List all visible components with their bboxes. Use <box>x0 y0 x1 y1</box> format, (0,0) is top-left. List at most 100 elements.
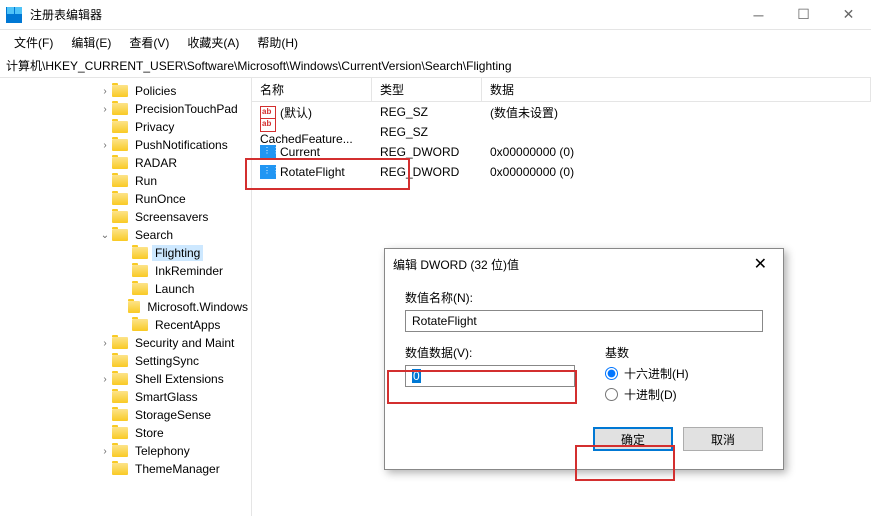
expand-icon[interactable]: › <box>98 446 112 457</box>
tree-item[interactable]: › PrecisionTouchPad <box>0 100 251 118</box>
tree-label[interactable]: PushNotifications <box>132 137 231 153</box>
tree-label[interactable]: Policies <box>132 83 179 99</box>
tree-label[interactable]: Launch <box>152 281 197 297</box>
tree-item[interactable]: › Security and Maint <box>0 334 251 352</box>
radio-dec[interactable]: 十进制(D) <box>605 386 689 403</box>
value-row[interactable]: CurrentREG_DWORD0x00000000 (0) <box>252 142 871 162</box>
radio-dec-input[interactable] <box>605 388 618 401</box>
folder-icon <box>112 463 128 475</box>
tree-label[interactable]: Flighting <box>152 245 203 261</box>
value-type: REG_DWORD <box>372 165 482 179</box>
tree-label[interactable]: RADAR <box>132 155 180 171</box>
folder-icon <box>112 157 128 169</box>
menu-favorites[interactable]: 收藏夹(A) <box>179 32 247 53</box>
tree-item[interactable]: SettingSync <box>0 352 251 370</box>
expand-icon[interactable]: › <box>98 86 112 97</box>
tree-label[interactable]: Store <box>132 425 167 441</box>
value-data-input[interactable]: 0 <box>405 365 575 387</box>
tree-label[interactable]: Telephony <box>132 443 193 459</box>
tree-item[interactable]: › Policies <box>0 82 251 100</box>
folder-icon <box>112 211 128 223</box>
value-name-label: 数值名称(N): <box>405 289 763 306</box>
value-row[interactable]: RotateFlightREG_DWORD0x00000000 (0) <box>252 162 871 182</box>
value-row[interactable]: CachedFeature...REG_SZ <box>252 122 871 142</box>
tree-item[interactable]: Flighting <box>0 244 251 262</box>
menu-edit[interactable]: 编辑(E) <box>63 32 119 53</box>
folder-icon <box>112 409 128 421</box>
tree-label[interactable]: Screensavers <box>132 209 211 225</box>
folder-icon <box>112 193 128 205</box>
folder-icon <box>132 265 148 277</box>
tree-label[interactable]: StorageSense <box>132 407 214 423</box>
tree-label[interactable]: PrecisionTouchPad <box>132 101 241 117</box>
tree-item[interactable]: › Shell Extensions <box>0 370 251 388</box>
radio-hex[interactable]: 十六进制(H) <box>605 365 689 382</box>
tree-item[interactable]: StorageSense <box>0 406 251 424</box>
tree-item[interactable]: › Telephony <box>0 442 251 460</box>
expand-icon[interactable]: › <box>98 338 112 349</box>
menu-help[interactable]: 帮助(H) <box>249 32 306 53</box>
tree-item[interactable]: SmartGlass <box>0 388 251 406</box>
tree-item[interactable]: Store <box>0 424 251 442</box>
tree-label[interactable]: Privacy <box>132 119 177 135</box>
folder-icon <box>112 373 128 385</box>
string-value-icon <box>260 118 276 132</box>
tree-label[interactable]: Security and Maint <box>132 335 237 351</box>
tree-item[interactable]: Launch <box>0 280 251 298</box>
tree-label[interactable]: RecentApps <box>152 317 223 333</box>
tree-item[interactable]: ⌄ Search <box>0 226 251 244</box>
tree-label[interactable]: Shell Extensions <box>132 371 227 387</box>
maximize-button[interactable]: ☐ <box>781 0 826 30</box>
value-type: REG_DWORD <box>372 145 482 159</box>
tree-label[interactable]: Search <box>132 227 176 243</box>
expand-icon[interactable]: › <box>98 374 112 385</box>
folder-icon <box>132 283 148 295</box>
expand-icon[interactable]: › <box>98 104 112 115</box>
tree-item[interactable]: ThemeManager <box>0 460 251 478</box>
tree-item[interactable]: InkReminder <box>0 262 251 280</box>
folder-icon <box>112 121 128 133</box>
tree-item[interactable]: Microsoft.Windows <box>0 298 251 316</box>
tree-label[interactable]: InkReminder <box>152 263 226 279</box>
tree-label[interactable]: RunOnce <box>132 191 189 207</box>
value-type: REG_SZ <box>372 105 482 119</box>
column-name[interactable]: 名称 <box>252 78 372 101</box>
dialog-close-button[interactable]: ✕ <box>746 254 775 274</box>
folder-icon <box>128 301 140 313</box>
radio-hex-input[interactable] <box>605 367 618 380</box>
menu-file[interactable]: 文件(F) <box>6 32 61 53</box>
tree-item[interactable]: RecentApps <box>0 316 251 334</box>
address-bar[interactable]: 计算机\HKEY_CURRENT_USER\Software\Microsoft… <box>0 54 871 78</box>
tree-item[interactable]: Run <box>0 172 251 190</box>
cancel-button[interactable]: 取消 <box>683 427 763 451</box>
tree-item[interactable]: › PushNotifications <box>0 136 251 154</box>
tree-item[interactable]: Screensavers <box>0 208 251 226</box>
tree-label[interactable]: ThemeManager <box>132 461 223 477</box>
dword-value-icon <box>260 165 276 179</box>
folder-icon <box>112 427 128 439</box>
close-button[interactable]: ✕ <box>826 0 871 30</box>
edit-dword-dialog: 编辑 DWORD (32 位)值 ✕ 数值名称(N): 数值数据(V): 0 基… <box>384 248 784 470</box>
tree-item[interactable]: RADAR <box>0 154 251 172</box>
expand-icon[interactable]: › <box>98 140 112 151</box>
tree-label[interactable]: SettingSync <box>132 353 202 369</box>
column-type[interactable]: 类型 <box>372 78 482 101</box>
menu-bar: 文件(F) 编辑(E) 查看(V) 收藏夹(A) 帮助(H) <box>0 30 871 54</box>
minimize-button[interactable]: ─ <box>736 0 781 30</box>
tree-label[interactable]: SmartGlass <box>132 389 201 405</box>
menu-view[interactable]: 查看(V) <box>121 32 177 53</box>
collapse-icon[interactable]: ⌄ <box>98 230 112 241</box>
value-name: RotateFlight <box>280 165 345 179</box>
folder-icon <box>112 85 128 97</box>
column-data[interactable]: 数据 <box>482 78 871 101</box>
tree-label[interactable]: Run <box>132 173 160 189</box>
value-data: (数值未设置) <box>482 104 871 121</box>
value-data: 0x00000000 (0) <box>482 145 871 159</box>
tree-item[interactable]: Privacy <box>0 118 251 136</box>
tree-label[interactable]: Microsoft.Windows <box>144 299 251 315</box>
tree-item[interactable]: RunOnce <box>0 190 251 208</box>
folder-icon <box>112 139 128 151</box>
ok-button[interactable]: 确定 <box>593 427 673 451</box>
window-title: 注册表编辑器 <box>30 6 102 23</box>
registry-tree[interactable]: › Policies › PrecisionTouchPad Privacy › PushN… <box>0 78 252 516</box>
